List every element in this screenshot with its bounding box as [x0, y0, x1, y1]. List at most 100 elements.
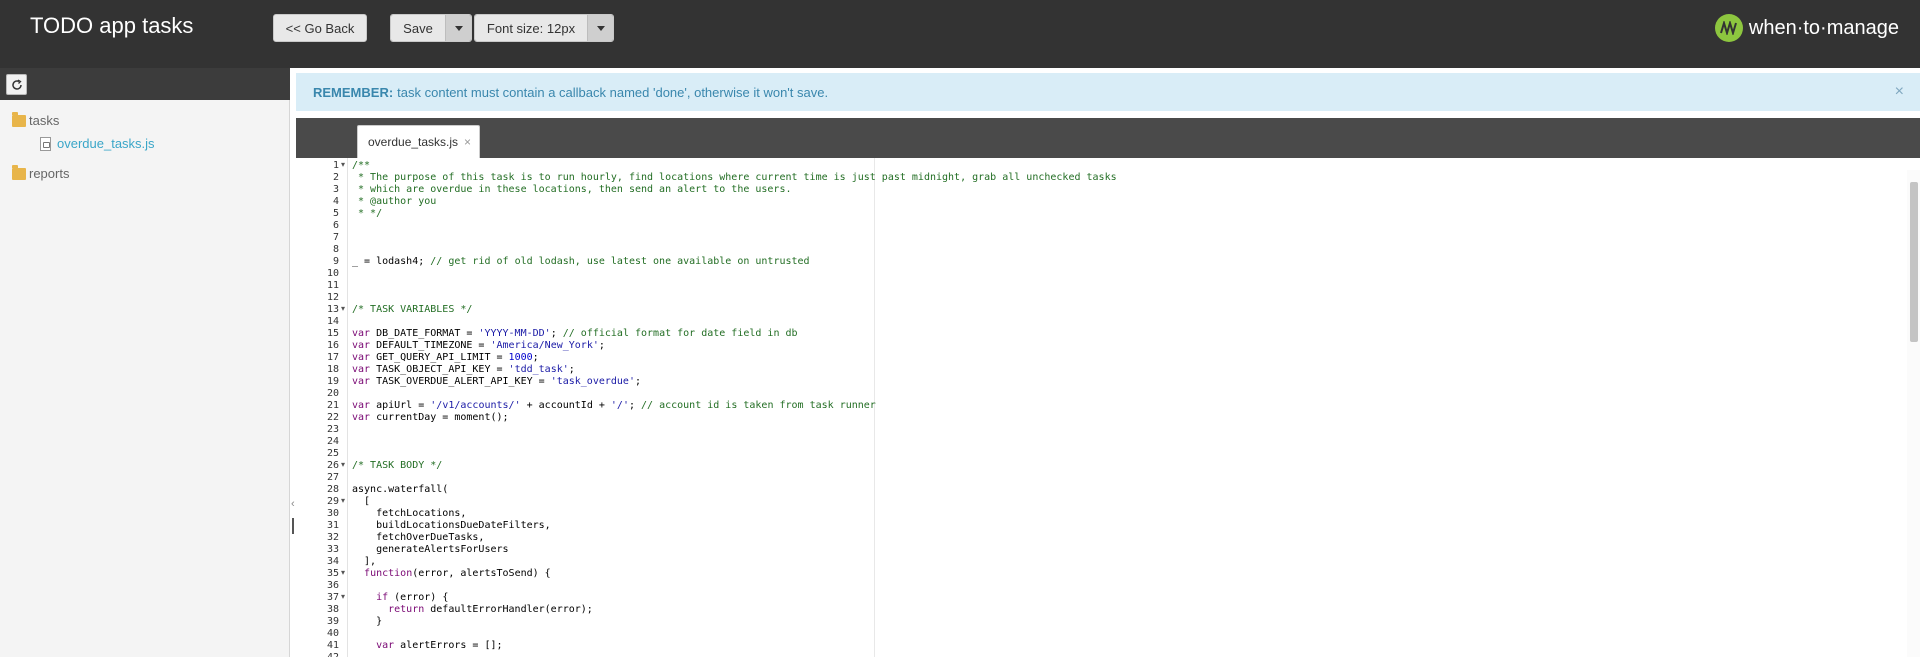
- line-number: 3: [332, 184, 339, 195]
- brand-name: when·to·manage: [1748, 16, 1899, 39]
- line-number: 22: [326, 412, 339, 423]
- line-number: 37: [326, 592, 339, 603]
- line-number: 34: [326, 556, 339, 567]
- code-line: * @author you: [352, 196, 437, 207]
- code-line: function(error, alertsToSend) {: [364, 568, 551, 579]
- collapse-sidebar-icon[interactable]: ‹: [291, 498, 295, 510]
- editor-tab-bar: overdue_tasks.js ×: [296, 118, 1920, 158]
- line-number: 7: [332, 232, 339, 243]
- refresh-button[interactable]: [6, 74, 27, 95]
- fold-caret-icon[interactable]: ▾: [341, 568, 345, 577]
- line-number: 27: [326, 472, 339, 483]
- code-line: generateAlertsForUsers: [352, 544, 509, 555]
- line-number: 12: [326, 292, 339, 303]
- tree-file-overdue-tasks[interactable]: overdue_tasks.js: [40, 136, 155, 151]
- code-line: }: [352, 616, 383, 627]
- close-icon[interactable]: ×: [464, 135, 471, 149]
- code-line: var apiUrl = '/v1/accounts/' + accountId…: [352, 400, 876, 411]
- line-number: 19: [326, 376, 339, 387]
- fold-caret-icon[interactable]: ▾: [341, 304, 345, 313]
- code-line: var currentDay = moment();: [352, 412, 509, 423]
- line-number: 17: [326, 352, 339, 363]
- code-line: var DEFAULT_TIMEZONE = 'America/New_York…: [352, 340, 605, 351]
- refresh-icon: [11, 78, 22, 90]
- line-number: 8: [332, 244, 339, 255]
- save-button[interactable]: Save: [391, 15, 445, 41]
- line-number: 25: [326, 448, 339, 459]
- fold-caret-icon[interactable]: ▾: [341, 460, 345, 469]
- line-number: 6: [332, 220, 339, 231]
- line-number: 20: [326, 388, 339, 399]
- line-number: 35: [326, 568, 339, 579]
- code-line: var TASK_OBJECT_API_KEY = 'tdd_task';: [352, 364, 575, 375]
- code-line: * */: [352, 208, 383, 219]
- tree-item-label: reports: [29, 166, 70, 181]
- chevron-down-icon: [454, 25, 463, 31]
- tree-folder-reports[interactable]: reports: [12, 164, 70, 181]
- page-title: TODO app tasks: [30, 13, 194, 38]
- scrollbar-thumb[interactable]: [1910, 182, 1918, 342]
- code-text-area[interactable]: /** * The purpose of this task is to run…: [352, 158, 1902, 657]
- line-number: 41: [326, 640, 339, 651]
- brand-logo-link[interactable]: when·to·manage: [1714, 14, 1899, 42]
- font-size-dropdown[interactable]: [587, 15, 613, 41]
- line-number: 31: [326, 520, 339, 531]
- code-line: * which are overdue in these locations, …: [352, 184, 792, 195]
- line-number: 5: [332, 208, 339, 219]
- line-number: 1: [332, 160, 339, 171]
- code-line: _ = lodash4; // get rid of old lodash, u…: [352, 256, 810, 267]
- remember-alert: REMEMBER: task content must contain a ca…: [296, 73, 1920, 111]
- code-line: [: [352, 496, 371, 507]
- line-number: 9: [332, 256, 339, 267]
- brand-logo-icon: [1714, 14, 1743, 42]
- code-line: if (error) {: [376, 592, 449, 603]
- line-number: 18: [326, 364, 339, 375]
- line-number: 39: [326, 616, 339, 627]
- js-file-icon: [40, 136, 51, 151]
- chevron-down-icon: [596, 25, 605, 31]
- line-number: 10: [326, 268, 339, 279]
- folder-icon: [12, 164, 26, 180]
- line-number: 14: [326, 316, 339, 327]
- line-number: 23: [326, 424, 339, 435]
- close-icon[interactable]: ×: [1895, 83, 1904, 101]
- save-options-dropdown[interactable]: [445, 15, 471, 41]
- go-back-button[interactable]: << Go Back: [273, 14, 367, 42]
- line-number: 21: [326, 400, 339, 411]
- line-number: 40: [326, 628, 339, 639]
- fold-caret-icon[interactable]: ▾: [341, 160, 345, 169]
- code-line: ],: [352, 556, 377, 567]
- alert-message: task content must contain a callback nam…: [397, 84, 829, 100]
- sidebar-toolbar: [0, 68, 290, 100]
- line-number: 28: [326, 484, 339, 495]
- editor-scrollbar[interactable]: [1907, 170, 1920, 657]
- line-number: 42: [296, 652, 347, 657]
- font-size-split-button: Font size: 12px: [474, 14, 614, 42]
- save-split-button: Save: [390, 14, 472, 42]
- code-line: fetchLocations,: [352, 508, 467, 519]
- code-editor[interactable]: 1 ▾ 2 3 4 5 6 7 8 9 10 11 12 13 ▾ 14 15 16 17 18 19 20 21 22 23 2…: [296, 158, 1920, 657]
- line-number: 38: [326, 604, 339, 615]
- line-number: 2: [332, 172, 339, 183]
- file-sidebar: tasks overdue_tasks.js reports: [0, 68, 290, 657]
- line-number-gutter: 1 ▾ 2 3 4 5 6 7 8 9 10 11 12 13 ▾ 14 15 16 17 18 19 20 21 22 23 2…: [296, 158, 348, 657]
- code-line: fetchOverDueTasks,: [352, 532, 485, 543]
- line-number: 30: [326, 508, 339, 519]
- fold-caret-icon[interactable]: ▾: [341, 592, 345, 601]
- line-number: 26: [326, 460, 339, 471]
- line-number: 24: [326, 436, 339, 447]
- code-line: var alertErrors = [];: [376, 640, 503, 651]
- line-number: 4: [332, 196, 339, 207]
- top-bar: TODO app tasks << Go Back Save Font size…: [0, 0, 1920, 68]
- line-number: 11: [326, 280, 339, 291]
- code-line: var TASK_OVERDUE_ALERT_API_KEY = 'task_o…: [352, 376, 642, 387]
- line-number: 15: [326, 328, 339, 339]
- font-size-button[interactable]: Font size: 12px: [475, 15, 587, 41]
- tab-overdue-tasks[interactable]: overdue_tasks.js ×: [357, 125, 480, 158]
- code-line: /**: [352, 160, 371, 171]
- code-line: * The purpose of this task is to run hou…: [352, 172, 1117, 183]
- code-line: var DB_DATE_FORMAT = 'YYYY-MM-DD'; // of…: [352, 328, 798, 339]
- sidebar-resize-handle[interactable]: [292, 518, 294, 534]
- fold-caret-icon[interactable]: ▾: [341, 496, 345, 505]
- tree-folder-tasks[interactable]: tasks: [12, 111, 59, 128]
